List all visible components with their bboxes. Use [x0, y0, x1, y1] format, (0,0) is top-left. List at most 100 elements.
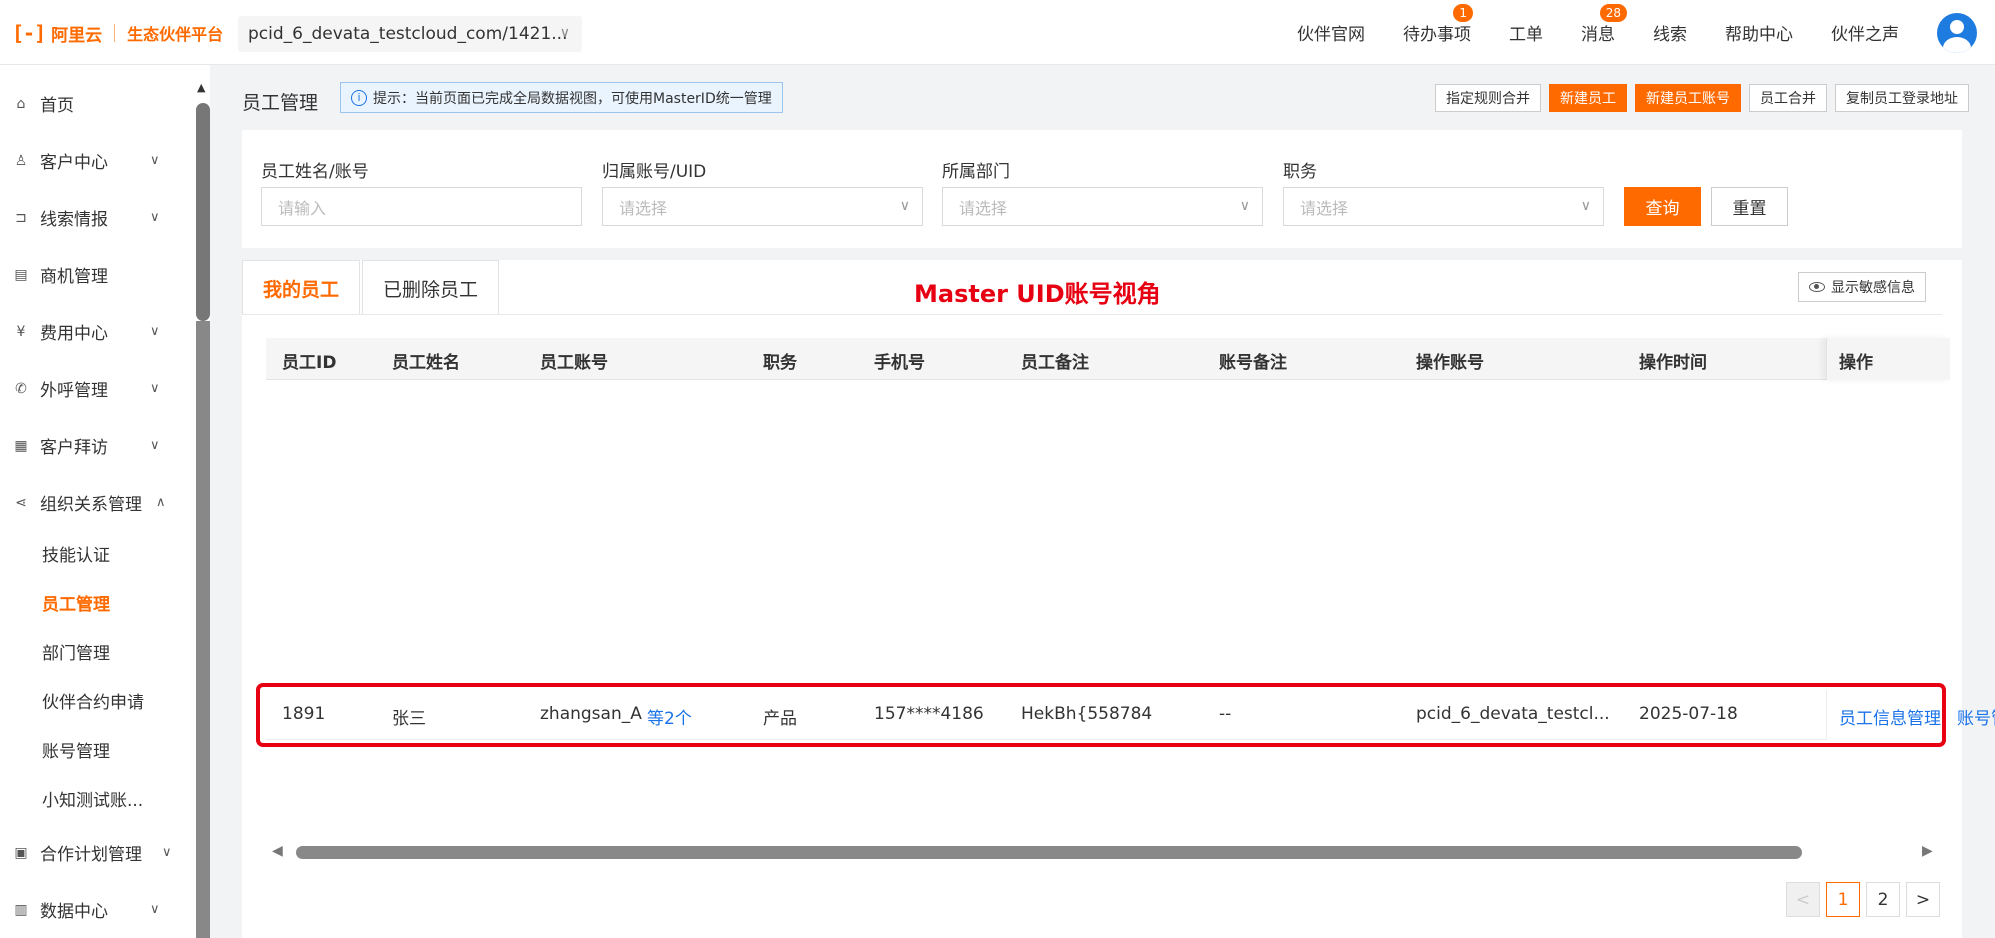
calendar-icon: ▦ — [14, 437, 28, 454]
th-employee-account: 员工账号 — [540, 353, 608, 373]
sidebar-item-plans[interactable]: ▣ 合作计划管理 ∨ — [12, 840, 172, 866]
account-select[interactable]: pcid_6_devata_testcloud_com/1421... ∨ — [238, 16, 582, 52]
sidebar-item-label: 首页 — [40, 96, 74, 116]
filter-role-label: 职务 — [1283, 162, 1317, 182]
sidebar-scrollbar[interactable]: ▲ — [196, 65, 210, 938]
aliyun-logo[interactable]: [-] 阿里云 生态伙伴平台 — [12, 20, 223, 46]
sidebar-item-label: 外呼管理 — [40, 381, 108, 401]
chevron-down-icon: ∨ — [150, 324, 160, 339]
data-icon: ▥ — [14, 901, 28, 918]
filter-name-input[interactable]: 请输入 — [261, 187, 582, 226]
page-2-button[interactable]: 2 — [1866, 882, 1900, 917]
sidebar-item-label: 费用中心 — [40, 324, 108, 344]
nav-messages[interactable]: 消息 28 — [1581, 4, 1627, 45]
table-scroll-thumb[interactable] — [296, 846, 1802, 859]
sidebar-item-visits[interactable]: ▦ 客户拜访 ∨ — [12, 433, 172, 459]
sidebar-scroll-thumb[interactable] — [196, 103, 210, 321]
top-bar: [-] 阿里云 生态伙伴平台 pcid_6_devata_testcloud_c… — [0, 0, 1995, 65]
page-title: 员工管理 — [242, 92, 319, 114]
filter-uid-label: 归属账号/UID — [602, 162, 707, 182]
sidebar-subitem-skills[interactable]: 技能认证 — [42, 541, 110, 566]
avatar[interactable] — [1937, 12, 1977, 53]
tab-my-employees[interactable]: 我的员工 — [242, 260, 361, 315]
th-op-account: 操作账号 — [1416, 353, 1484, 373]
nav-ticket[interactable]: 工单 — [1509, 20, 1543, 45]
tab-deleted-employees[interactable]: 已删除员工 — [362, 260, 500, 315]
sidebar-item-billing[interactable]: ¥ 费用中心 ∨ — [12, 319, 172, 345]
reset-button[interactable]: 重置 — [1711, 187, 1788, 226]
sidebar-item-label: 商机管理 — [40, 267, 108, 287]
nav-label: 待办事项 — [1403, 25, 1471, 45]
logo-name: 阿里云 — [51, 25, 103, 46]
query-button[interactable]: 查询 — [1624, 187, 1701, 226]
highlight-box — [256, 683, 1946, 747]
chevron-up-icon: ∧ — [156, 495, 166, 510]
sidebar-subitem-departments[interactable]: 部门管理 — [42, 639, 110, 664]
page-1-button[interactable]: 1 — [1826, 882, 1860, 917]
info-icon: i — [351, 89, 367, 106]
th-actions: 操作 — [1839, 353, 1873, 373]
top-nav: 伙伴官网 待办事项 1 工单 消息 28 线索 帮助中心 伙伴之声 — [1297, 0, 1995, 65]
platform-name: 生态伙伴平台 — [127, 25, 224, 44]
sidebar-subitem-employees[interactable]: 员工管理 — [42, 590, 110, 615]
prev-page-button[interactable]: < — [1786, 882, 1820, 917]
new-employee-button[interactable]: 新建员工 — [1549, 84, 1627, 112]
org-icon: ⋖ — [15, 494, 27, 511]
sidebar-item-label: 组织关系管理 — [40, 495, 142, 515]
chevron-down-icon: ∨ — [150, 438, 160, 453]
nav-voice[interactable]: 伙伴之声 — [1831, 20, 1899, 45]
sidebar-item-label: 客户拜访 — [40, 438, 108, 458]
nav-label: 帮助中心 — [1725, 25, 1793, 45]
messages-badge: 28 — [1599, 4, 1627, 22]
employee-table-card: 我的员工 已删除员工 Master UID账号视角 显示敏感信息 员工ID 员工… — [242, 260, 1995, 938]
chevron-down-icon: ∨ — [150, 902, 160, 917]
sidebar-item-data[interactable]: ▥ 数据中心 ∨ — [12, 897, 172, 923]
sidebar-item-leads[interactable]: ⊐ 线索情报 ∨ — [12, 205, 172, 231]
filter-uid-select[interactable]: 请选择 ∨ — [602, 187, 923, 226]
nav-label: 工单 — [1509, 25, 1543, 45]
nav-todo[interactable]: 待办事项 1 — [1403, 4, 1473, 45]
logo-divider — [114, 24, 116, 42]
copy-login-url-button[interactable]: 复制员工登录地址 — [1835, 84, 1969, 112]
merge-by-rule-button[interactable]: 指定规则合并 — [1435, 84, 1541, 112]
filter-role-select[interactable]: 请选择 ∨ — [1283, 187, 1604, 226]
show-sensitive-button[interactable]: 显示敏感信息 — [1798, 272, 1926, 302]
sidebar-item-label: 数据中心 — [40, 902, 108, 922]
sidebar-subitem-accounts[interactable]: 账号管理 — [42, 737, 110, 762]
account-manage-link[interactable]: 账号管理 — [1957, 704, 1995, 729]
lead-icon: ⊐ — [15, 209, 27, 226]
filter-role-placeholder: 请选择 — [1300, 198, 1349, 218]
sidebar-subitem-test-account[interactable]: 小知测试账... — [42, 786, 143, 811]
chevron-down-icon: ∨ — [559, 25, 570, 41]
th-employee-name: 员工姓名 — [392, 353, 460, 373]
merge-employee-button[interactable]: 员工合并 — [1749, 84, 1827, 112]
todo-badge: 1 — [1453, 4, 1473, 22]
nav-label: 伙伴官网 — [1297, 25, 1365, 45]
scroll-right-icon[interactable]: ▶ — [1922, 843, 1933, 859]
sidebar-item-customer[interactable]: ♙ 客户中心 ∨ — [12, 148, 172, 174]
next-page-button[interactable]: > — [1906, 882, 1940, 917]
annotation-label: Master UID账号视角 — [914, 280, 1161, 308]
filter-dept-select[interactable]: 请选择 ∨ — [942, 187, 1263, 226]
customer-icon: ♙ — [14, 152, 28, 169]
sidebar-subitem-contracts[interactable]: 伙伴合约申请 — [42, 688, 144, 713]
sidebar: ⌂ 首页 ♙ 客户中心 ∨ ⊐ 线索情报 ∨ ▤ 商机管理 ¥ 费用中心 ∨ ✆ 外呼管理 ∨ ▦ 客… — [0, 65, 196, 938]
nav-leads[interactable]: 线索 — [1653, 20, 1687, 45]
chevron-down-icon: ∨ — [1239, 198, 1250, 214]
nav-label: 线索 — [1653, 25, 1687, 45]
sidebar-item-label: 线索情报 — [40, 210, 108, 230]
filter-name-placeholder: 请输入 — [278, 198, 327, 218]
sidebar-item-org[interactable]: ⋖ 组织关系管理 ∧ — [12, 490, 172, 516]
scroll-up-icon[interactable]: ▲ — [197, 81, 205, 94]
page-actions: 指定规则合并 新建员工 新建员工账号 员工合并 复制员工登录地址 — [1427, 84, 1969, 112]
nav-partner-site[interactable]: 伙伴官网 — [1297, 20, 1365, 45]
sidebar-item-home[interactable]: ⌂ 首页 — [12, 91, 172, 117]
scroll-left-icon[interactable]: ◀ — [272, 843, 283, 859]
sidebar-item-outbound[interactable]: ✆ 外呼管理 ∨ — [12, 376, 172, 402]
new-employee-account-button[interactable]: 新建员工账号 — [1635, 84, 1741, 112]
filter-dept-label: 所属部门 — [942, 162, 1010, 182]
hint-banner: i 提示：当前页面已完成全局数据视图，可使用MasterID统一管理 — [340, 82, 783, 113]
chevron-down-icon: ∨ — [150, 153, 160, 168]
sidebar-item-opportunity[interactable]: ▤ 商机管理 — [12, 262, 172, 288]
nav-help[interactable]: 帮助中心 — [1725, 20, 1793, 45]
